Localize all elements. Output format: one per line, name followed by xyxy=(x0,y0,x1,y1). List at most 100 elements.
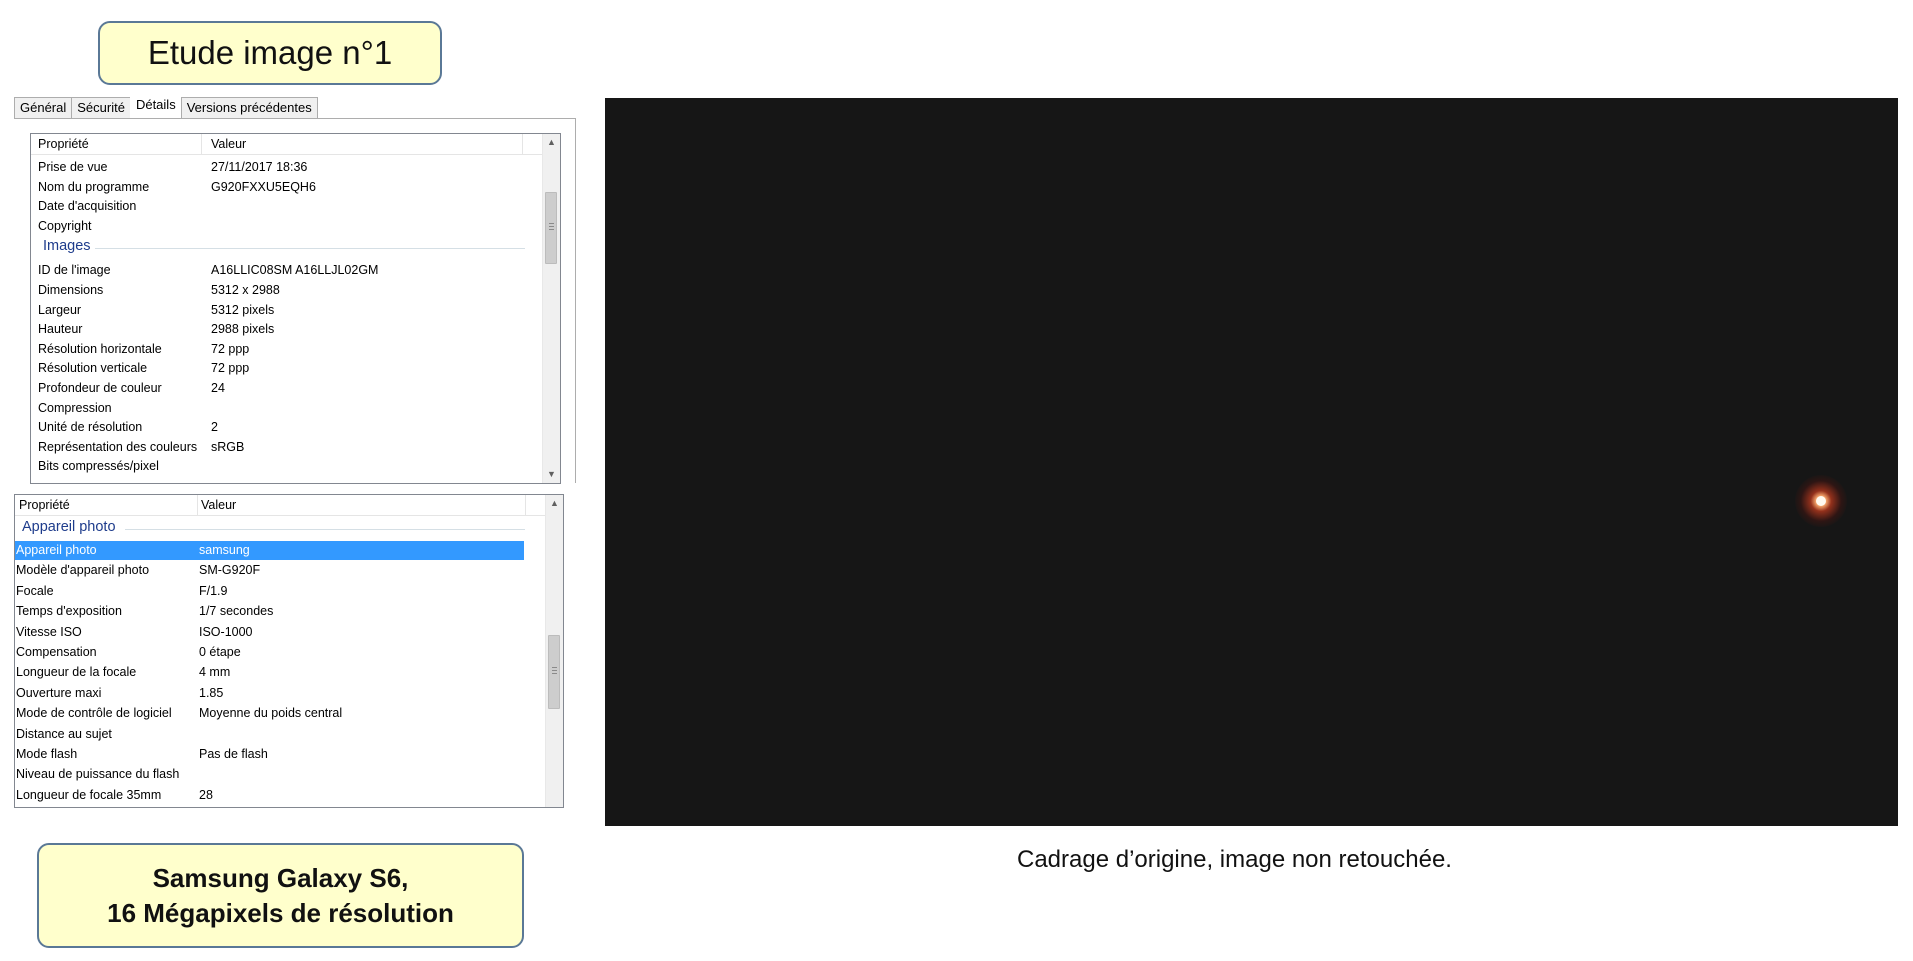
property-value: 72 ppp xyxy=(211,361,250,376)
property-name: Mode flash xyxy=(16,747,78,761)
table-row[interactable]: Résolution horizontale 72 ppp xyxy=(31,340,541,359)
property-name: Largeur xyxy=(38,302,82,317)
vertical-scrollbar[interactable]: ▲ ▼ xyxy=(542,134,560,483)
property-name: Compensation xyxy=(16,645,97,659)
page-title: Etude image n°1 xyxy=(147,34,393,71)
property-name: Résolution verticale xyxy=(38,361,148,376)
property-name: Longueur de focale 35mm xyxy=(16,787,162,802)
tab-general[interactable]: Général xyxy=(14,97,73,119)
tab-body-border xyxy=(575,118,576,483)
property-value: Moyenne du poids central xyxy=(199,706,343,721)
property-name: Appareil photo xyxy=(16,543,97,557)
tab-previous-versions[interactable]: Versions précédentes xyxy=(180,97,318,119)
property-value: A16LLIC08SM A16LLJL02GM xyxy=(211,263,379,278)
property-name: Représentation des couleurs xyxy=(38,439,198,454)
column-header: Propriété Valeur xyxy=(15,495,548,516)
property-name: Bits compressés/pixel xyxy=(38,459,159,474)
property-name: Temps d'exposition xyxy=(16,604,122,619)
table-row[interactable]: Nom du programme G920FXXU5EQH6 xyxy=(31,178,541,197)
table-row[interactable]: Appareil photo samsung xyxy=(15,541,524,560)
table-row[interactable]: Unité de résolution 2 xyxy=(31,418,541,437)
table-row[interactable]: ID de l'image A16LLIC08SM A16LLJL02GM xyxy=(31,261,541,280)
property-name: Résolution horizontale xyxy=(38,341,162,356)
property-value: 1.85 xyxy=(199,685,224,700)
property-value: sRGB xyxy=(211,439,245,454)
table-row[interactable]: Temps d'exposition 1/7 secondes xyxy=(15,602,524,621)
scrollbar-thumb[interactable] xyxy=(545,192,557,264)
table-row[interactable]: Prise de vue 27/11/2017 18:36 xyxy=(31,158,541,177)
column-header-value[interactable]: Valeur xyxy=(211,137,246,151)
property-name: Niveau de puissance du flash xyxy=(16,767,180,782)
tab-details[interactable]: Détails xyxy=(129,94,182,119)
property-name: ID de l'image xyxy=(38,263,111,278)
table-row[interactable]: Longueur de la focale 4 mm xyxy=(15,663,524,682)
table-row[interactable]: Hauteur 2988 pixels xyxy=(31,320,541,339)
property-name: Profondeur de couleur xyxy=(38,381,162,395)
property-name: Prise de vue xyxy=(38,160,108,174)
group-header[interactable]: Images xyxy=(43,238,91,254)
column-header-value[interactable]: Valeur xyxy=(201,498,236,512)
scroll-down-icon[interactable]: ▼ xyxy=(543,466,560,483)
property-value: 2988 pixels xyxy=(211,322,275,337)
property-value: ISO-1000 xyxy=(199,624,253,639)
property-name: Distance au sujet xyxy=(16,726,112,741)
table-row[interactable]: Compression xyxy=(31,399,541,418)
property-name: Focale xyxy=(16,583,54,598)
property-value: samsung xyxy=(199,543,250,557)
table-row[interactable]: Profondeur de couleur 24 xyxy=(31,379,541,398)
column-header-property[interactable]: Propriété xyxy=(19,498,70,512)
scrollbar-thumb[interactable] xyxy=(548,635,560,709)
column-header: Propriété Valeur xyxy=(31,134,545,155)
property-value: 27/11/2017 18:36 xyxy=(211,160,308,174)
table-row[interactable]: Dimensions 5312 x 2988 xyxy=(31,281,541,300)
property-value: 24 xyxy=(211,381,225,395)
table-row[interactable]: Date d'acquisition xyxy=(31,197,541,216)
table-row[interactable]: Longueur de focale 35mm 28 xyxy=(15,786,524,805)
night-sky-photo xyxy=(605,98,1898,826)
column-header-property[interactable]: Propriété xyxy=(38,137,89,151)
table-row[interactable]: Compensation 0 étape xyxy=(15,643,524,662)
table-row[interactable]: Distance au sujet xyxy=(15,725,524,744)
property-name: Unité de résolution xyxy=(38,420,143,435)
group-divider xyxy=(95,248,525,250)
tab-strip-border xyxy=(14,118,576,119)
property-value: SM-G920F xyxy=(199,563,261,578)
property-name: Hauteur xyxy=(38,322,83,337)
property-value: 2 xyxy=(211,420,218,435)
group-divider xyxy=(125,529,525,530)
property-value: 72 ppp xyxy=(211,341,250,356)
property-value: Pas de flash xyxy=(199,747,268,761)
property-name: Nom du programme xyxy=(38,179,150,194)
table-row[interactable]: Représentation des couleurs sRGB xyxy=(31,438,541,457)
table-row[interactable]: Résolution verticale 72 ppp xyxy=(31,359,541,378)
table-row[interactable]: Focale F/1.9 xyxy=(15,582,524,601)
property-name: Mode de contrôle de logiciel xyxy=(16,706,172,721)
property-name: Modèle d'appareil photo xyxy=(16,563,150,578)
table-row[interactable]: Mode de contrôle de logiciel Moyenne du p… xyxy=(15,704,524,723)
table-row[interactable]: Modèle d'appareil photo SM-G920F xyxy=(15,561,524,580)
table-row[interactable]: Vitesse ISO ISO-1000 xyxy=(15,623,524,642)
table-row[interactable]: Ouverture maxi 1.85 xyxy=(15,684,524,703)
scroll-up-icon[interactable]: ▲ xyxy=(543,134,560,151)
group-header[interactable]: Appareil photo xyxy=(22,519,116,535)
property-value: G920FXXU5EQH6 xyxy=(211,179,316,194)
property-value: 1/7 secondes xyxy=(199,604,274,619)
tab-security[interactable]: Sécurité xyxy=(71,97,131,119)
photo-caption: Cadrage d’origine, image non retouchée. xyxy=(1017,846,1452,873)
property-name: Date d'acquisition xyxy=(38,199,137,214)
table-row[interactable]: Copyright xyxy=(31,217,541,236)
property-value: 5312 x 2988 xyxy=(211,283,280,297)
property-value: 28 xyxy=(199,787,213,802)
scroll-up-icon[interactable]: ▲ xyxy=(546,495,563,512)
table-row[interactable]: Mode flash Pas de flash xyxy=(15,745,524,764)
property-value: 0 étape xyxy=(199,645,241,659)
property-value: F/1.9 xyxy=(199,583,228,598)
table-row[interactable]: Bits compressés/pixel xyxy=(31,457,541,476)
property-value: 5312 pixels xyxy=(211,302,275,317)
table-row[interactable]: Largeur 5312 pixels xyxy=(31,301,541,320)
vertical-scrollbar[interactable]: ▲ xyxy=(545,495,563,807)
property-name: Dimensions xyxy=(38,283,104,297)
details-list-camera: Propriété Valeur Appareil photo Appareil … xyxy=(14,494,564,808)
property-name: Compression xyxy=(38,400,112,415)
table-row[interactable]: Niveau de puissance du flash xyxy=(15,765,524,784)
